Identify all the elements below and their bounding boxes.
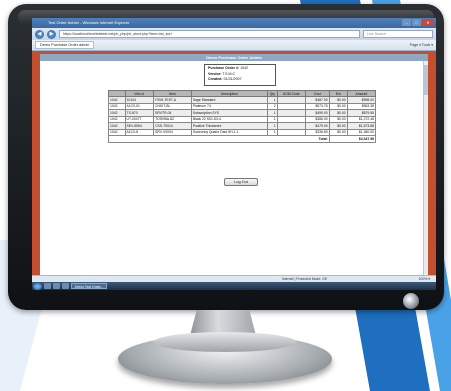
browser-statusbar: Internet | Protected Mode: Off 100% ▾ <box>32 275 436 282</box>
vendor-value: T.S.M.C <box>222 71 236 76</box>
monitor-scene: Test Order Admin - Windows Internet Expl… <box>0 0 451 391</box>
monitor-screen: Test Order Admin - Windows Internet Expl… <box>32 18 436 290</box>
order-lines-table: Vdrn # Item Description Qty UOM Code Cost Ext A… <box>108 90 377 143</box>
total-label: Total: <box>108 135 330 143</box>
quicklaunch-ie-icon[interactable] <box>53 283 60 289</box>
order-info-box: Purchase Order #: 1042 Vendor: T.S.M.C C… <box>204 64 276 86</box>
maximize-button[interactable]: □ <box>412 19 421 26</box>
back-icon[interactable]: ◀ <box>35 29 44 39</box>
taskbar: Demo Test Order... <box>32 282 436 290</box>
tab-bar: Demo Purchase Order admin Page ▾ Tools ▾ <box>32 40 436 51</box>
vendor-label: Vendor: <box>208 71 222 76</box>
close-button[interactable]: ✕ <box>422 19 434 26</box>
monitor-base-top <box>154 332 296 352</box>
created-label: Created: <box>208 77 223 81</box>
monitor-bezel: Test Order Admin - Windows Internet Expl… <box>8 4 444 310</box>
order-number-label: Purchase Order #: <box>208 66 240 70</box>
logout-button[interactable]: Log Out <box>224 178 258 186</box>
total-value: $4,347.98 <box>328 135 377 143</box>
forward-icon[interactable]: ▶ <box>47 29 56 39</box>
window-title: Test Order Admin - Windows Internet Expl… <box>48 20 130 25</box>
page-viewport: Demo Purchase Order Admin Purchase Order… <box>32 51 436 275</box>
window-controls: – □ ✕ <box>402 19 434 26</box>
created-line: Created: 01/31/2007 <box>208 77 272 83</box>
page-title: Demo Purchase Order Admin <box>40 54 428 61</box>
tab-demo-purchase-order[interactable]: Demo Purchase Order admin <box>35 41 95 49</box>
page-body: Demo Purchase Order Admin Purchase Order… <box>40 54 428 275</box>
quicklaunch-desktop-icon[interactable] <box>44 283 51 289</box>
vertical-scrollbar[interactable] <box>423 61 428 275</box>
command-bar[interactable]: Page ▾ Tools ▾ <box>410 43 433 47</box>
search-input[interactable]: Live Search <box>363 30 433 38</box>
minimize-button[interactable]: – <box>402 19 411 26</box>
url-field[interactable]: https://localhost/test/testtest.net/pb_p… <box>59 30 360 38</box>
scroll-thumb[interactable] <box>424 65 428 95</box>
table-total-row: Total: $4,347.98 <box>108 135 377 143</box>
taskbar-app-button[interactable]: Demo Test Order... <box>71 283 108 289</box>
browser-titlebar: Test Order Admin - Windows Internet Expl… <box>32 18 436 28</box>
order-number-value: 1042 <box>240 66 249 70</box>
address-bar: ◀ ▶ https://localhost/test/testtest.net/… <box>32 28 436 40</box>
quicklaunch-folder-icon[interactable] <box>62 283 69 289</box>
start-button-icon[interactable] <box>33 282 42 290</box>
power-button-icon[interactable] <box>402 292 420 310</box>
created-value: 01/31/2007 <box>223 77 242 81</box>
